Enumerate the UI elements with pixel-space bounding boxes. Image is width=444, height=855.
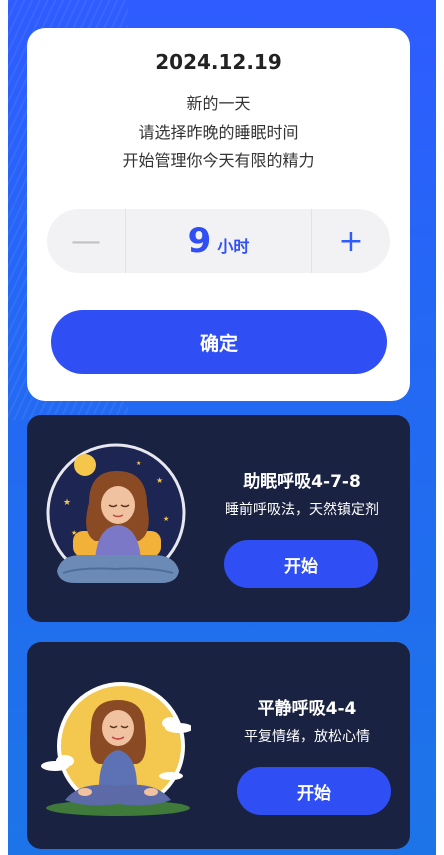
hours-number: 9 <box>187 221 212 261</box>
hours-unit: 小时 <box>217 237 250 256</box>
prompt-line: 请选择昨晚的睡眠时间 <box>138 123 299 142</box>
greeting-line: 新的一天 <box>186 94 251 113</box>
energy-line: 开始管理你今天有限的精力 <box>122 151 315 170</box>
exercise-card-478: ★ ★ ★ ★ ★ 助眠呼吸4-7-8 睡前呼吸法，天然镇定剂 开始 <box>27 415 410 622</box>
minus-icon: — <box>71 223 101 259</box>
confirm-button[interactable]: 确定 <box>51 310 387 374</box>
svg-text:★: ★ <box>156 476 163 485</box>
svg-text:★: ★ <box>63 498 71 508</box>
exercise-card-44: 平静呼吸4-4 平复情绪，放松心情 开始 <box>27 642 410 849</box>
decrease-hours-button[interactable]: — <box>47 209 125 273</box>
sleep-hours-value: 9 小时 <box>126 221 311 261</box>
sleep-hours-stepper: — 9 小时 + <box>47 209 390 273</box>
increase-hours-button[interactable]: + <box>312 209 390 273</box>
exercise-title: 助眠呼吸4-7-8 <box>243 472 361 492</box>
exercise-description: 睡前呼吸法，天然镇定剂 <box>225 502 379 518</box>
svg-text:★: ★ <box>163 515 169 523</box>
meditating-woman-illustration <box>41 682 191 816</box>
sleeping-girl-illustration: ★ ★ ★ ★ ★ <box>46 443 186 583</box>
app-screen: 2024.12.19 新的一天 请选择昨晚的睡眠时间 开始管理你今天有限的精力 … <box>8 0 436 855</box>
date-title: 2024.12.19 <box>155 50 282 74</box>
exercise-title: 平静呼吸4-4 <box>257 699 357 719</box>
svg-text:★: ★ <box>136 460 141 467</box>
start-button-478[interactable]: 开始 <box>224 540 378 588</box>
plus-icon: + <box>338 223 364 259</box>
sleep-time-card: 2024.12.19 新的一天 请选择昨晚的睡眠时间 开始管理你今天有限的精力 … <box>27 28 410 401</box>
start-button-44[interactable]: 开始 <box>237 767 391 815</box>
exercise-description: 平复情绪，放松心情 <box>244 729 370 745</box>
